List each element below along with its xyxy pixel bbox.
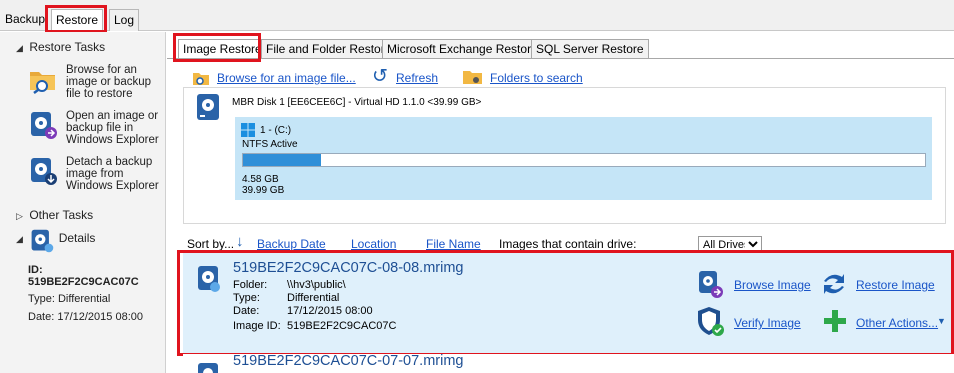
collapse-triangle-icon: ◢ bbox=[16, 43, 23, 53]
sort-backup-date[interactable]: Backup Date bbox=[257, 237, 326, 251]
details-id-label: ID: bbox=[28, 264, 43, 276]
partition-usage-bar bbox=[242, 153, 926, 167]
restore-tab-highlight bbox=[45, 5, 107, 33]
sort-arrow-down-icon: ↓ bbox=[236, 233, 244, 250]
details-date: Date: 17/12/2015 08:00 bbox=[28, 311, 143, 323]
hard-disk-icon bbox=[197, 94, 219, 120]
tab-file-folder-restore[interactable]: File and Folder Restore bbox=[261, 39, 397, 59]
sort-file-name[interactable]: File Name bbox=[426, 237, 481, 251]
main-tab-bar: Backup Restore Log bbox=[0, 0, 954, 31]
tab-log[interactable]: Log bbox=[109, 9, 140, 31]
other-tasks-header[interactable]: ▷ Other Tasks bbox=[16, 208, 93, 222]
restore-tasks-header[interactable]: ◢ Restore Tasks bbox=[16, 40, 105, 54]
collapse-triangle-icon: ◢ bbox=[16, 234, 23, 244]
partition-total: 39.99 GB bbox=[242, 185, 285, 196]
details-header[interactable]: ◢ Details bbox=[16, 228, 95, 256]
folder-search-icon bbox=[193, 73, 209, 85]
expand-triangle-icon: ▷ bbox=[16, 211, 23, 221]
task-open-in-explorer[interactable]: Open an image or backup file in Windows … bbox=[28, 110, 166, 154]
partition-used: 4.58 GB bbox=[242, 174, 279, 185]
windows-logo-icon bbox=[241, 123, 255, 137]
disk-image-icon bbox=[31, 229, 54, 253]
tab-divider bbox=[167, 58, 954, 59]
sort-by-label: Sort by... bbox=[187, 237, 235, 251]
partition-usage-fill bbox=[243, 154, 322, 166]
task-browse-image[interactable]: Browse for an image or backup file to re… bbox=[28, 64, 166, 108]
refresh-icon: ↺ bbox=[372, 66, 388, 87]
left-panel: ◢ Restore Tasks Browse for an image or b… bbox=[0, 32, 166, 373]
disk-image-icon bbox=[198, 363, 218, 373]
folder-search-icon bbox=[30, 72, 55, 94]
next-image-file-name: 519BE2F2C9CAC07C-07-07.mrimg bbox=[233, 354, 464, 369]
partition-fs: NTFS Active bbox=[242, 139, 298, 150]
tab-exchange-restore[interactable]: Microsoft Exchange Restore bbox=[382, 39, 543, 59]
disk-image-open-icon bbox=[31, 112, 57, 139]
image-restore-tab-highlight bbox=[173, 33, 261, 62]
tab-sql-restore[interactable]: SQL Server Restore bbox=[531, 39, 649, 59]
folders-search-icon bbox=[463, 71, 482, 84]
sort-location[interactable]: Location bbox=[351, 237, 396, 251]
disk-image-detach-icon bbox=[31, 158, 57, 185]
drive-filter-label: Images that contain drive: bbox=[499, 237, 637, 251]
details-id-value: 519BE2F2C9CAC07C bbox=[28, 276, 139, 288]
result-item-highlight bbox=[177, 250, 954, 356]
details-type: Type: Differential bbox=[28, 293, 111, 305]
task-detach-image[interactable]: Detach a backup image from Windows Explo… bbox=[28, 156, 166, 200]
partition-label: 1 - (C:) bbox=[260, 125, 292, 136]
tab-backup[interactable]: Backup bbox=[2, 9, 48, 31]
disk-title: MBR Disk 1 [EE6CEE6C] - Virtual HD 1.1.0… bbox=[232, 97, 482, 108]
